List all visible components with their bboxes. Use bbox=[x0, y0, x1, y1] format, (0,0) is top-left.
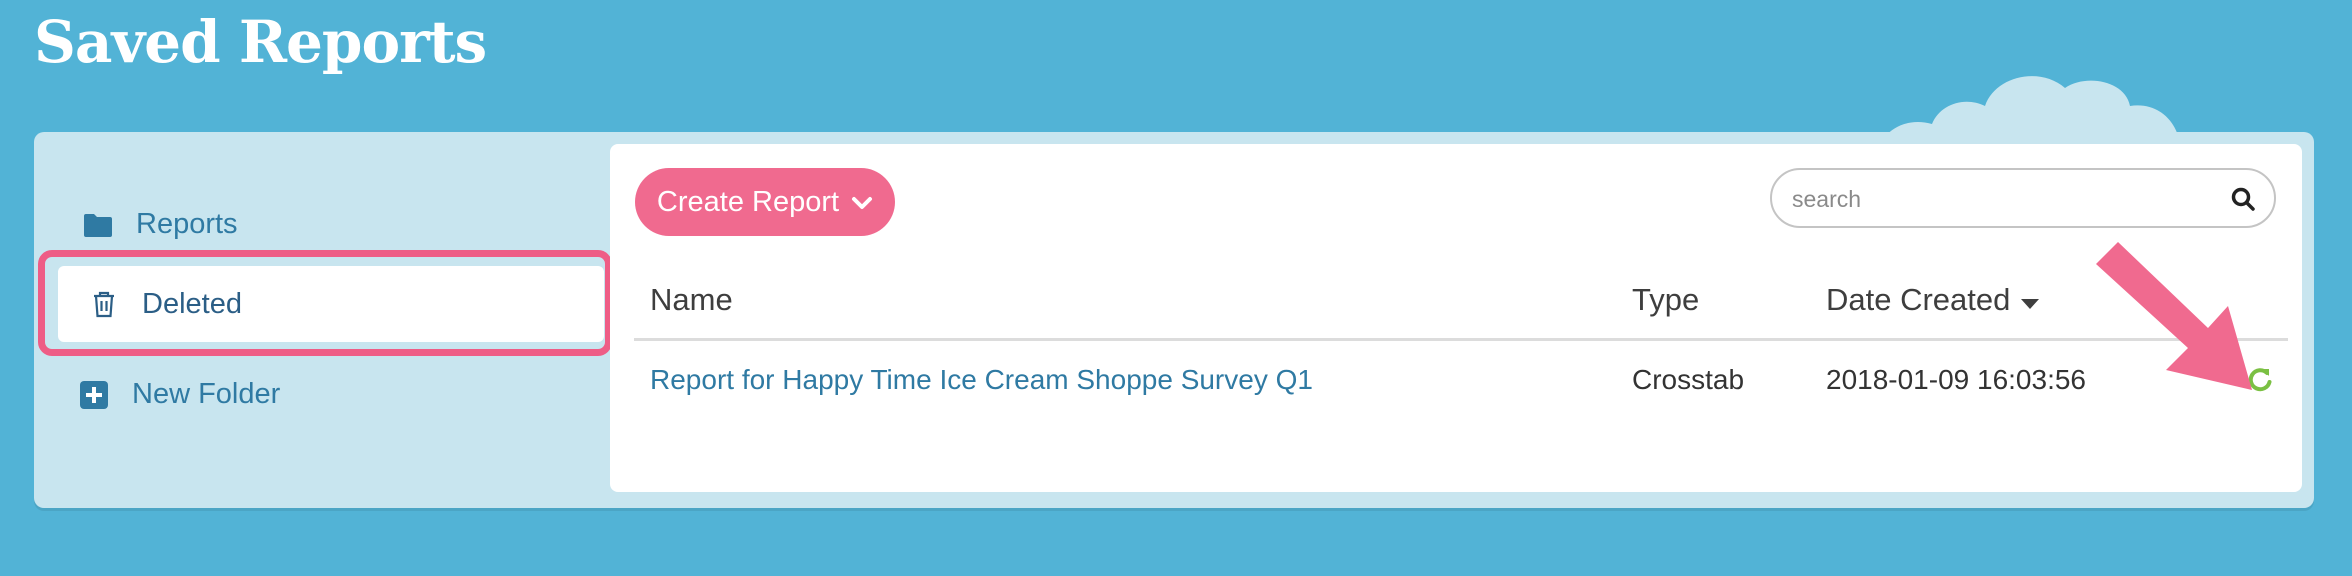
column-header-label: Date Created bbox=[1826, 282, 2011, 317]
sort-desc-icon bbox=[2020, 282, 2040, 318]
trash-icon bbox=[88, 288, 120, 320]
search-box bbox=[1770, 168, 2276, 228]
column-header-name[interactable]: Name bbox=[650, 282, 733, 318]
report-date: 2018-01-09 16:03:56 bbox=[1826, 364, 2086, 395]
sidebar: Reports Deleted New Folder bbox=[34, 132, 612, 508]
header-divider bbox=[634, 338, 2288, 341]
table-row: Report for Happy Time Ice Cream Shoppe S… bbox=[634, 342, 2288, 412]
search-icon[interactable] bbox=[2230, 186, 2256, 212]
report-type: Crosstab bbox=[1632, 364, 1745, 395]
folder-icon bbox=[82, 209, 114, 241]
column-header-type[interactable]: Type bbox=[1632, 282, 1699, 318]
sidebar-item-label: Deleted bbox=[142, 287, 242, 320]
reports-panel: Reports Deleted New Folder Create Report bbox=[34, 132, 2314, 508]
search-input[interactable] bbox=[1790, 170, 2214, 228]
create-report-button[interactable]: Create Report bbox=[635, 168, 895, 236]
column-header-date-created[interactable]: Date Created bbox=[1826, 282, 2040, 318]
sidebar-item-reports[interactable]: Reports bbox=[82, 208, 238, 241]
create-report-label: Create Report bbox=[656, 185, 840, 218]
sidebar-item-deleted[interactable]: Deleted bbox=[58, 266, 604, 342]
plus-square-icon bbox=[78, 379, 110, 411]
chevron-down-icon bbox=[851, 186, 873, 219]
restore-icon[interactable] bbox=[2246, 366, 2274, 394]
main-content: Create Report Name Type Date Created Rep… bbox=[610, 144, 2302, 492]
page-title: Saved Reports bbox=[34, 8, 487, 76]
sidebar-item-label: Reports bbox=[136, 208, 238, 240]
report-name-link[interactable]: Report for Happy Time Ice Cream Shoppe S… bbox=[650, 364, 1313, 396]
sidebar-item-label: New Folder bbox=[132, 378, 281, 410]
sidebar-item-new-folder[interactable]: New Folder bbox=[78, 378, 280, 411]
